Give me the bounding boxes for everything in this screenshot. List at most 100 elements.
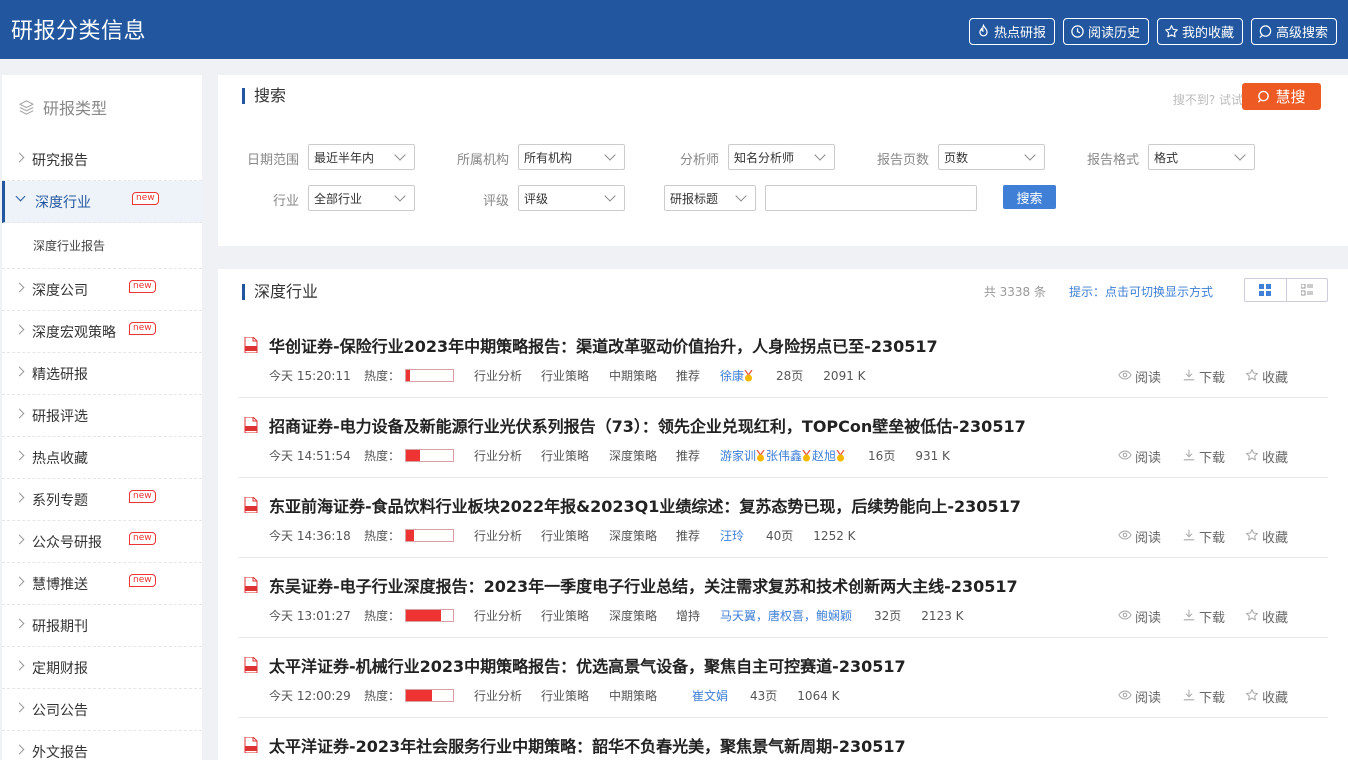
sidebar-item-selected-reports[interactable]: 精选研报 bbox=[2, 353, 202, 395]
page-count-select[interactable]: 页数 bbox=[938, 144, 1045, 170]
sidebar-item-company-announcements[interactable]: 公司公告 bbox=[2, 689, 202, 731]
report-title-link[interactable]: 太平洋证券-机械行业2023中期策略报告：优选高景气设备，聚焦自主可控赛道-23… bbox=[269, 653, 906, 677]
grid-view-button[interactable] bbox=[1245, 279, 1286, 301]
report-size: 1252 K bbox=[813, 528, 856, 543]
hui-search-button[interactable]: 慧搜 bbox=[1242, 83, 1321, 110]
app-title: 研报分类信息 bbox=[11, 19, 147, 44]
search-panel-title: 搜索 bbox=[242, 88, 286, 104]
download-button[interactable]: 下载 bbox=[1182, 527, 1225, 546]
download-button[interactable]: 下载 bbox=[1182, 447, 1225, 466]
download-icon bbox=[1182, 688, 1196, 706]
chevron-right-icon bbox=[14, 660, 25, 671]
report-title-link[interactable]: 东吴证券-电子行业深度报告：2023年一季度电子行业总结，关注需求复苏和技术创新… bbox=[269, 573, 1018, 597]
heat-fill bbox=[406, 530, 414, 541]
view-toggle bbox=[1244, 278, 1328, 302]
chevron-down-icon bbox=[1024, 149, 1036, 161]
reading-history-button[interactable]: 阅读历史 bbox=[1062, 18, 1149, 45]
sidebar-item-report-ranking[interactable]: 研报评选 bbox=[2, 395, 202, 437]
list-panel-title: 深度行业 bbox=[242, 284, 318, 300]
favorite-button[interactable]: 收藏 bbox=[1245, 447, 1288, 466]
chevron-down-icon bbox=[394, 149, 406, 161]
author-link[interactable]: 张伟鑫 bbox=[766, 447, 802, 464]
favorite-button[interactable]: 收藏 bbox=[1245, 527, 1288, 546]
chevron-down-icon bbox=[735, 190, 747, 202]
chevron-down-icon bbox=[15, 191, 26, 202]
sidebar-item-foreign-reports[interactable]: 外文报告 bbox=[2, 731, 202, 760]
author-link[interactable]: 汪玲 bbox=[720, 527, 744, 544]
list-view-button[interactable] bbox=[1285, 279, 1328, 301]
rating-label: 评级 bbox=[482, 194, 509, 209]
new-badge: new bbox=[129, 280, 156, 293]
sidebar-item-wechat-reports[interactable]: 公众号研报 new bbox=[2, 521, 202, 563]
report-tag-type: 深度策略 bbox=[609, 449, 658, 463]
favorite-button[interactable]: 收藏 bbox=[1245, 367, 1288, 386]
sidebar-item-journals[interactable]: 研报期刊 bbox=[2, 605, 202, 647]
sidebar-item-deep-industry[interactable]: 深度行业 new bbox=[2, 181, 202, 223]
report-title-link[interactable]: 东亚前海证券-食品饮料行业板块2022年报&2023Q1业绩综述：复苏态势已现，… bbox=[269, 493, 1021, 517]
report-row: 太平洋证券-机械行业2023中期策略报告：优选高景气设备，聚焦自主可控赛道-23… bbox=[238, 638, 1328, 718]
read-button[interactable]: 阅读 bbox=[1118, 607, 1161, 626]
hot-reports-button[interactable]: 热点研报 bbox=[968, 18, 1055, 45]
pdf-icon bbox=[244, 737, 258, 753]
report-rating: 推荐 bbox=[676, 449, 701, 463]
advanced-search-button[interactable]: 高级搜索 bbox=[1250, 18, 1337, 45]
organization-select[interactable]: 所有机构 bbox=[518, 144, 625, 170]
read-button[interactable]: 阅读 bbox=[1118, 447, 1161, 466]
total-count: 共 3338 条 bbox=[983, 285, 1046, 299]
report-format-select[interactable]: 格式 bbox=[1148, 144, 1255, 170]
sidebar-subitem-deep-industry-reports[interactable]: 深度行业报告 bbox=[2, 223, 202, 269]
analyst-select[interactable]: 知名分析师 bbox=[728, 144, 835, 170]
author-link[interactable]: 马天翼，唐权喜，鲍娴颖 bbox=[720, 607, 852, 624]
sidebar-item-research-reports[interactable]: 研究报告 bbox=[2, 139, 202, 181]
author-link[interactable]: 徐康 bbox=[720, 367, 744, 384]
author-link[interactable]: 赵旭 bbox=[812, 447, 836, 464]
download-button[interactable]: 下载 bbox=[1182, 687, 1225, 706]
chevron-right-icon bbox=[14, 152, 25, 163]
heat-bar bbox=[405, 609, 454, 622]
industry-select[interactable]: 全部行业 bbox=[308, 185, 415, 211]
search-button[interactable]: 搜索 bbox=[1003, 185, 1056, 209]
sidebar-item-deep-company[interactable]: 深度公司 new bbox=[2, 269, 202, 311]
search-panel: 搜索 搜不到? 试试 慧搜 日期范围 最近半年内 所属机构 所有机构 分析师 知… bbox=[218, 75, 1348, 246]
report-tag-type: 中期策略 bbox=[609, 369, 658, 383]
sidebar-item-deep-macro-strategy[interactable]: 深度宏观策略 new bbox=[2, 311, 202, 353]
sidebar-item-periodic-financials[interactable]: 定期财报 bbox=[2, 647, 202, 689]
author-link[interactable]: 游家训 bbox=[720, 447, 756, 464]
report-pages: 43页 bbox=[750, 689, 778, 703]
report-title-link[interactable]: 招商证券-电力设备及新能源行业光伏系列报告（73）：领先企业兑现红利，TOPCo… bbox=[269, 413, 1026, 437]
eye-icon bbox=[1118, 608, 1132, 626]
heat-fill bbox=[406, 690, 432, 701]
chevron-right-icon bbox=[14, 282, 25, 293]
my-favorites-button[interactable]: 我的收藏 bbox=[1156, 18, 1243, 45]
medal-icon bbox=[802, 449, 811, 461]
rating-select[interactable]: 评级 bbox=[518, 185, 625, 211]
read-button[interactable]: 阅读 bbox=[1118, 687, 1161, 706]
top-bar: 研报分类信息 热点研报 阅读历史 我的收藏 高级搜索 bbox=[0, 0, 1348, 59]
favorite-button[interactable]: 收藏 bbox=[1245, 607, 1288, 626]
keyword-input[interactable] bbox=[765, 185, 977, 211]
chevron-right-icon bbox=[14, 408, 25, 419]
read-button[interactable]: 阅读 bbox=[1118, 527, 1161, 546]
report-authors: 崔文娟 43页 1064 K bbox=[692, 687, 840, 704]
read-button[interactable]: 阅读 bbox=[1118, 367, 1161, 386]
sidebar-item-series-topics[interactable]: 系列专题 new bbox=[2, 479, 202, 521]
sidebar-item-hot-favorites[interactable]: 热点收藏 bbox=[2, 437, 202, 479]
report-title-link[interactable]: 太平洋证券-2023年社会服务行业中期策略：韶华不负春光美，聚焦景气新周期-23… bbox=[269, 733, 906, 757]
display-switch-hint[interactable]: 提示：点击可切换显示方式 bbox=[1069, 283, 1213, 300]
report-row: 太平洋证券-2023年社会服务行业中期策略：韶华不负春光美，聚焦景气新周期-23… bbox=[238, 718, 1328, 760]
download-button[interactable]: 下载 bbox=[1182, 367, 1225, 386]
report-pages: 16页 bbox=[868, 449, 896, 463]
sidebar-item-hibor-push[interactable]: 慧博推送 new bbox=[2, 563, 202, 605]
favorite-button[interactable]: 收藏 bbox=[1245, 687, 1288, 706]
date-range-select[interactable]: 最近半年内 bbox=[308, 144, 415, 170]
download-button[interactable]: 下载 bbox=[1182, 607, 1225, 626]
eye-icon bbox=[1118, 368, 1132, 386]
page-count-label: 报告页数 bbox=[876, 153, 929, 168]
search-field-select[interactable]: 研报标题 bbox=[664, 185, 756, 211]
new-badge: new bbox=[132, 192, 159, 205]
report-size: 2091 K bbox=[823, 368, 866, 383]
author-link[interactable]: 崔文娟 bbox=[692, 687, 728, 704]
star-icon bbox=[1164, 24, 1179, 39]
report-title-link[interactable]: 华创证券-保险行业2023年中期策略报告：渠道改革驱动价值抬升，人身险拐点已至-… bbox=[269, 333, 938, 357]
search-icon bbox=[1258, 90, 1270, 103]
